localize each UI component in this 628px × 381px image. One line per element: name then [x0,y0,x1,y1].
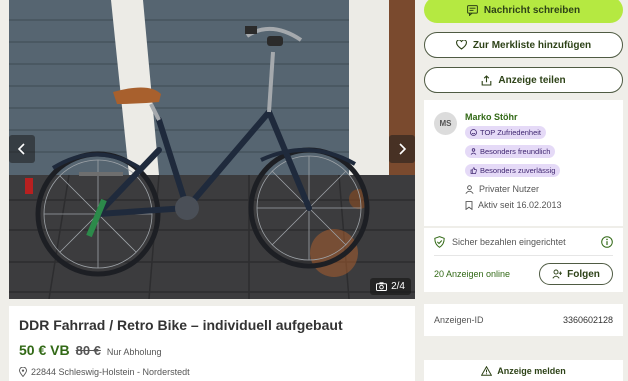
smiley-icon [470,129,477,136]
user-icon [465,184,474,194]
report-ad-label: Anzeige melden [497,365,566,376]
chevron-right-icon [397,143,407,155]
friendly-icon [470,148,477,155]
listing-info: DDR Fahrrad / Retro Bike – individuell a… [9,306,415,381]
badge-label: Besonders freundlich [480,147,551,156]
share-button[interactable]: Anzeige teilen [424,67,623,93]
heart-icon [455,40,467,50]
secure-payment-row: Sicher bezahlen eingerichtet [434,228,613,256]
chat-icon [467,4,478,16]
chevron-left-icon [17,143,27,155]
follow-button[interactable]: Folgen [539,263,613,285]
avatar[interactable]: MS [434,112,457,135]
price-row: 50 € VB 80 € Nur Abholung [19,342,405,358]
report-ad-button[interactable]: Anzeige melden [424,360,623,381]
watchlist-button-label: Zur Merkliste hinzufügen [472,39,592,51]
online-ads-row: 20 Anzeigen online Folgen [434,256,613,292]
ad-id-label: Anzeigen-ID [434,315,484,325]
secure-payment-text: Sicher bezahlen eingerichtet [452,236,566,247]
listing-photo[interactable] [9,0,415,299]
seller-name[interactable]: Marko Stöhr [465,112,562,122]
previous-image-button[interactable] [9,135,35,163]
listing-page: 2/4 DDR Fahrrad / Retro Bike – individue… [0,0,628,381]
seller-type: Privater Nutzer [465,184,562,194]
next-image-button[interactable] [389,135,415,163]
badge-top-satisfaction[interactable]: TOP Zufriedenheit [465,126,547,139]
seller-trust-card: Sicher bezahlen eingerichtet 20 Anzeigen… [424,228,623,292]
watchlist-button[interactable]: Zur Merkliste hinzufügen [424,32,623,58]
ad-id-row: Anzeigen-ID 3360602128 [424,304,623,336]
shield-check-icon [434,235,445,248]
seller-type-text: Privater Nutzer [479,184,540,194]
message-button-label: Nachricht schreiben [483,4,581,16]
message-button[interactable]: Nachricht schreiben [424,0,623,23]
location-text: 22844 Schleswig-Holstein - Norderstedt [31,367,190,377]
image-gallery[interactable]: 2/4 [9,0,415,299]
share-button-label: Anzeige teilen [498,74,566,86]
badge-friendly[interactable]: Besonders freundlich [465,145,556,158]
camera-icon [376,282,388,291]
location[interactable]: 22844 Schleswig-Holstein - Norderstedt [19,367,405,377]
info-icon[interactable] [601,235,613,248]
shipping-option: Nur Abholung [106,347,162,357]
follow-button-label: Folgen [567,268,600,280]
badge-label: TOP Zufriedenheit [480,128,542,137]
active-since: Aktiv seit 16.02.2013 [465,200,562,210]
old-price: 80 € [75,343,101,358]
badge-label: Besonders zuverlässig [480,166,556,175]
price: 50 € VB [19,342,70,358]
share-icon [481,74,492,86]
image-counter-text: 2/4 [391,281,405,292]
seller-details: Marko Stöhr TOP Zufriedenheit Besonders … [465,112,562,210]
ad-id-value: 3360602128 [562,315,613,325]
image-counter: 2/4 [370,278,411,295]
seller-card: MS Marko Stöhr TOP Zufriedenheit Besonde… [424,100,623,226]
active-since-text: Aktiv seit 16.02.2013 [478,200,562,210]
bookmark-icon [465,200,473,210]
warning-icon [481,365,493,376]
badge-reliable[interactable]: Besonders zuverlässig [465,164,561,177]
listing-title: DDR Fahrrad / Retro Bike – individuell a… [19,317,343,333]
user-follow-icon [552,269,563,279]
location-pin-icon [19,367,27,377]
thumbs-up-icon [470,167,477,174]
online-ads-link[interactable]: 20 Anzeigen online [434,269,510,279]
